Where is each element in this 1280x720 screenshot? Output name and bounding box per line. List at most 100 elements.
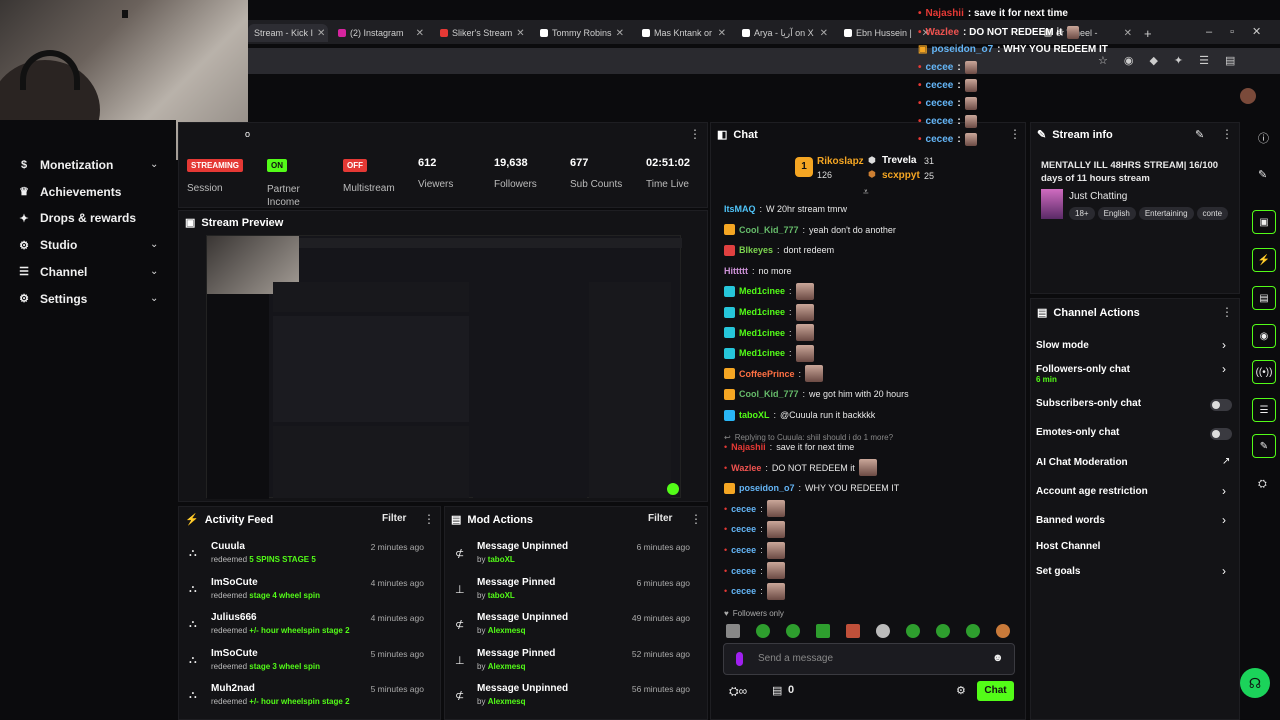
channel-action-item[interactable]: AI Chat Moderation — [1036, 457, 1128, 468]
tab-close-icon[interactable]: ✕ — [820, 28, 828, 39]
chevron-down-icon[interactable]: ⌄ — [150, 293, 158, 304]
chat-input[interactable]: Send a message — [758, 653, 833, 664]
avatar[interactable] — [1240, 88, 1256, 104]
chat-message[interactable]: Med1cinee: — [724, 282, 814, 300]
link-icon[interactable]: ⛭∞ — [729, 684, 747, 699]
toggle-switch[interactable] — [1210, 428, 1232, 440]
tool-chat-icon[interactable]: ◉ — [1252, 324, 1276, 348]
mod-menu-icon[interactable]: ⋮ — [690, 512, 702, 526]
chat-message[interactable]: Med1cinee: — [724, 344, 814, 362]
chevron-right-icon[interactable]: › — [1222, 362, 1226, 376]
chat-username[interactable]: cecee — [731, 566, 756, 576]
tab-close-icon[interactable]: ✕ — [416, 28, 424, 39]
browser-tab[interactable]: Mas Kntank or ✕ — [636, 24, 732, 42]
chat-message[interactable]: • cecee: — [724, 500, 785, 518]
collapse-icon[interactable]: ⩡ — [863, 187, 869, 198]
chat-message[interactable]: Cool_Kid_777: we got him with 20 hours — [724, 385, 909, 403]
chat-username[interactable]: Wazlee — [731, 463, 761, 473]
chat-message[interactable]: • cecee: — [724, 562, 785, 580]
sidebar-item[interactable]: ✦ Drops & rewards — [18, 211, 136, 225]
mod-filter-button[interactable]: Filter — [648, 513, 672, 524]
feed-row[interactable]: ⊄ Message Unpinned by taboXL 6 minutes ago — [445, 541, 700, 575]
external-link-icon[interactable]: ↗ — [1222, 456, 1230, 467]
tab-close-icon[interactable]: ✕ — [1124, 28, 1132, 39]
tool-doc-icon[interactable]: ▤ — [1252, 286, 1276, 310]
toggle-switch[interactable] — [1210, 399, 1232, 411]
feed-row[interactable]: ⊥ Message Pinned by Alexmesq 52 minutes ago — [445, 648, 700, 682]
browser-tab[interactable]: Arya - آريا on X ✕ — [736, 24, 834, 42]
window-controls[interactable]: –▫✕ — [1206, 25, 1279, 38]
stream-tag[interactable]: English — [1097, 207, 1136, 220]
chat-username[interactable]: ItsMAQ — [724, 204, 756, 214]
chevron-down-icon[interactable]: ⌄ — [150, 266, 158, 277]
feed-row[interactable]: ⊄ Message Unpinned by Alexmesq 56 minutes a… — [445, 683, 700, 717]
chat-username[interactable]: Najashii — [731, 442, 766, 452]
chat-message[interactable]: poseidon_o7: WHY YOU REDEEM IT — [724, 479, 899, 497]
chat-message[interactable]: Cool_Kid_777: yeah don't do another — [724, 221, 896, 239]
chat-username[interactable]: Cool_Kid_777 — [739, 225, 799, 235]
chat-message[interactable]: • Wazlee: DO NOT REDEEM it — [724, 459, 877, 477]
stream-tag[interactable]: conte — [1196, 207, 1229, 220]
chat-username[interactable]: Med1cinee — [739, 348, 785, 358]
sidebar-item[interactable]: ⚙ Settings — [18, 292, 87, 306]
chevron-right-icon[interactable]: › — [1222, 513, 1226, 527]
feed-row[interactable]: ⊥ Message Pinned by taboXL 6 minutes ago — [445, 577, 700, 611]
chat-message[interactable]: Med1cinee: — [724, 303, 814, 321]
tab-close-icon[interactable]: ✕ — [317, 28, 325, 39]
browser-tab[interactable]: Tommy Robins ✕ — [534, 24, 630, 42]
chat-message[interactable]: Med1cinee: — [724, 324, 814, 342]
chat-username[interactable]: CoffeePrince — [739, 369, 795, 379]
chat-settings-icon[interactable]: ⚙ — [956, 684, 966, 697]
chat-message[interactable]: Blkeyes: dont redeem — [724, 241, 834, 259]
channel-action-item[interactable]: Emotes-only chat — [1036, 427, 1119, 438]
browser-tab[interactable]: (2) Instagram ✕ — [332, 24, 430, 42]
chat-message[interactable]: • Najashii: save it for next time — [724, 438, 854, 456]
sidebar-item[interactable]: ♛ Achievements — [18, 185, 121, 199]
sidebar-item[interactable]: ⚙ Studio — [18, 238, 77, 252]
pencil-icon[interactable]: ✎ — [1258, 168, 1267, 181]
chat-menu-icon[interactable]: ⋮ — [1009, 127, 1021, 141]
chat-username[interactable]: cecee — [731, 586, 756, 596]
chat-username[interactable]: Med1cinee — [739, 286, 785, 296]
chat-username[interactable]: Blkeyes — [739, 245, 773, 255]
chevron-right-icon[interactable]: › — [1222, 338, 1226, 352]
tool-broadcast-icon[interactable]: ((•)) — [1252, 360, 1276, 384]
activity-menu-icon[interactable]: ⋮ — [423, 512, 435, 526]
chevron-down-icon[interactable]: ⌄ — [150, 239, 158, 250]
chat-message[interactable]: ItsMAQ: W 20hr stream tmrw — [724, 200, 847, 218]
chevron-right-icon[interactable]: › — [1222, 484, 1226, 498]
chat-message[interactable]: CoffeePrince: — [724, 365, 824, 383]
tab-close-icon[interactable]: ✕ — [718, 28, 726, 39]
browser-tab[interactable]: Stream - Kick I ✕ — [248, 24, 328, 42]
chat-username[interactable]: cecee — [731, 545, 756, 555]
new-tab-button[interactable]: + — [1144, 26, 1152, 41]
channel-action-item[interactable]: Account age restriction — [1036, 486, 1148, 497]
feed-row[interactable]: ⛬ Cuuula redeemed 5 SPINS STAGE 5 2 minutes… — [179, 541, 434, 575]
channel-action-item[interactable]: Followers-only chat — [1036, 364, 1130, 375]
support-headset-icon[interactable]: ☊ — [1240, 668, 1270, 698]
channel-actions-menu-icon[interactable]: ⋮ — [1221, 305, 1233, 319]
stream-info-menu-icon[interactable]: ⋮ — [1221, 127, 1233, 141]
multistream-badge[interactable]: OFF — [343, 159, 367, 172]
chat-username[interactable]: Med1cinee — [739, 307, 785, 317]
edit-icon[interactable]: ✎ — [1195, 128, 1204, 141]
chat-message[interactable]: Hittttt: no more — [724, 262, 792, 280]
chat-username[interactable]: cecee — [731, 524, 756, 534]
tool-list-icon[interactable]: ☰ — [1252, 398, 1276, 422]
channel-action-item[interactable]: Set goals — [1036, 566, 1080, 577]
chat-message[interactable]: • cecee: — [724, 582, 785, 600]
chevron-right-icon[interactable]: › — [1222, 564, 1226, 578]
chat-username[interactable]: cecee — [731, 504, 756, 514]
chat-username[interactable]: Cool_Kid_777 — [739, 389, 799, 399]
feed-row[interactable]: ⛬ Muh2nad redeemed +/- hour wheelspin stag… — [179, 683, 434, 717]
channel-action-item[interactable]: Host Channel — [1036, 541, 1100, 552]
chat-message[interactable]: • cecee: — [724, 520, 785, 538]
send-chat-button[interactable]: Chat — [977, 681, 1014, 701]
stream-tag[interactable]: Entertaining — [1138, 207, 1194, 220]
stats-menu-icon[interactable]: ⋮ — [689, 127, 701, 141]
chat-input-box[interactable]: Send a message ☻ — [723, 643, 1015, 675]
sidebar-item[interactable]: ☰ Channel — [18, 265, 87, 279]
tool-wrench-icon[interactable]: ✎ — [1252, 434, 1276, 458]
tab-close-icon[interactable]: ✕ — [516, 28, 524, 39]
activity-filter-button[interactable]: Filter — [382, 513, 406, 524]
